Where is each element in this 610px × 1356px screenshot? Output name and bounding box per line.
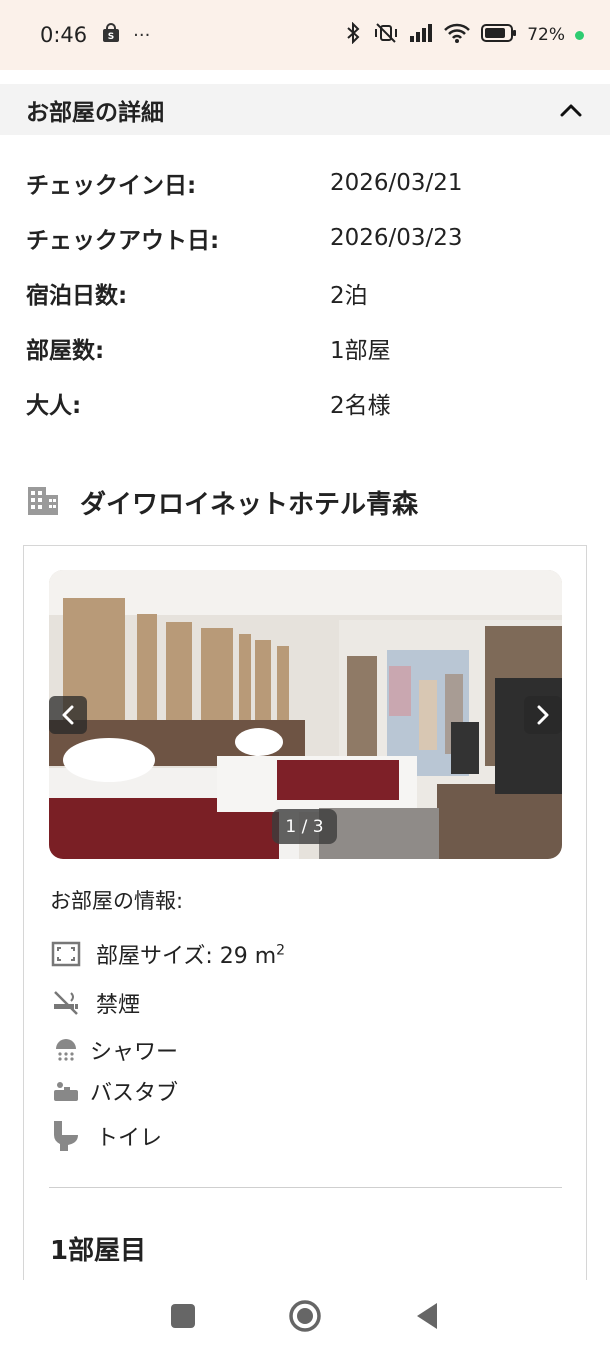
detail-label: 部屋数:: [26, 337, 105, 364]
wifi-icon: [443, 22, 471, 49]
booking-details: チェックイン日: 2026/03/21 チェックアウト日: 2026/03/23…: [26, 155, 586, 430]
amenity-label: シャワー: [90, 1040, 179, 1065]
carousel-next-button[interactable]: [524, 696, 562, 734]
detail-label: チェックイン日:: [26, 172, 197, 199]
detail-value: 2026/03/23: [330, 224, 463, 251]
amenity-non-smoking: 禁煙: [50, 987, 140, 1019]
system-navigation-bar: [0, 1280, 610, 1356]
carousel-prev-button[interactable]: [49, 696, 87, 734]
detail-label: 宿泊日数:: [26, 282, 128, 309]
bluetooth-icon: [343, 21, 363, 49]
carousel-pager: 1 / 3: [272, 809, 337, 844]
shopping-bag-icon: S: [101, 23, 121, 47]
room-number-heading: 1部屋目: [50, 1236, 147, 1266]
status-time: 0:46: [40, 23, 88, 47]
battery-icon: [481, 23, 517, 48]
divider: [49, 1187, 562, 1188]
back-button[interactable]: [414, 1301, 440, 1335]
room-size-text: 部屋サイズ: 29 m2: [96, 942, 286, 969]
detail-label: 大人:: [26, 392, 82, 419]
amenity-shower: シャワー: [50, 1034, 178, 1066]
no-smoking-icon: [50, 987, 82, 1019]
amenity-label: 禁煙: [96, 993, 141, 1018]
amenity-room-size: 部屋サイズ: 29 m2: [50, 938, 285, 970]
amenity-toilet: トイレ: [50, 1120, 162, 1152]
signal-icon: [409, 23, 433, 48]
home-button[interactable]: [288, 1299, 322, 1337]
room-details-header[interactable]: お部屋の詳細: [0, 84, 610, 135]
detail-row-nights: 宿泊日数: 2泊: [26, 265, 586, 320]
vibrate-off-icon: [373, 22, 399, 49]
room-card: 1 / 3 お部屋の情報: 部屋サイズ: 29 m2 禁煙 シャワー バスタブ …: [23, 545, 587, 1305]
room-size-icon: [50, 938, 82, 970]
detail-value: 2026/03/21: [330, 169, 463, 196]
shower-icon: [50, 1034, 82, 1066]
hotel-heading: ダイワロイネットホテル青森: [26, 484, 418, 521]
recents-button[interactable]: [170, 1303, 196, 1333]
battery-percent: 72%: [527, 25, 565, 45]
amenity-label: トイレ: [96, 1126, 163, 1151]
amenity-label: バスタブ: [90, 1081, 179, 1106]
detail-row-checkout: チェックアウト日: 2026/03/23: [26, 210, 586, 265]
room-photo-carousel[interactable]: 1 / 3: [49, 570, 562, 859]
detail-row-rooms: 部屋数: 1部屋: [26, 320, 586, 375]
detail-value: 2名様: [330, 392, 391, 419]
green-dot-indicator: [575, 30, 584, 40]
detail-label: チェックアウト日:: [26, 227, 220, 254]
chevron-up-icon[interactable]: [558, 97, 584, 123]
detail-row-checkin: チェックイン日: 2026/03/21: [26, 155, 586, 210]
more-notifications-icon: ···: [133, 24, 151, 46]
detail-value: 1部屋: [330, 337, 391, 364]
amenity-bathtub: バスタブ: [50, 1075, 178, 1107]
detail-row-adults: 大人: 2名様: [26, 375, 586, 430]
bathtub-icon: [50, 1075, 82, 1107]
svg-text:S: S: [108, 32, 114, 42]
toilet-icon: [50, 1120, 82, 1152]
detail-value: 2泊: [330, 282, 368, 309]
status-bar: 0:46 S ··· 72%: [0, 0, 610, 70]
building-icon: [26, 485, 60, 521]
room-info-title: お部屋の情報:: [50, 889, 184, 913]
hotel-name: ダイワロイネットホテル青森: [80, 490, 419, 520]
section-title: お部屋の詳細: [26, 99, 164, 126]
